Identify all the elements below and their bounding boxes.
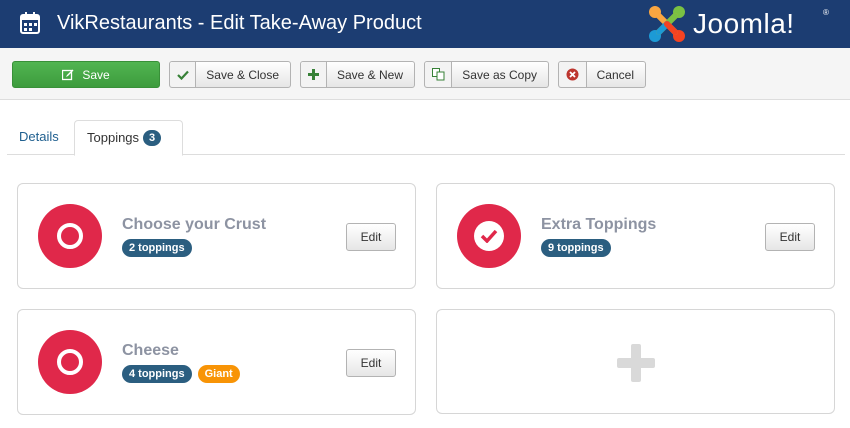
group-status-circle (457, 204, 521, 268)
tab-details[interactable]: Details (7, 120, 71, 155)
group-badges: 2 toppings (122, 239, 192, 257)
save-close-label: Save & Close (206, 67, 279, 82)
topping-group-card[interactable]: Choose your Crust 2 toppings Edit (17, 183, 416, 289)
topping-group-card[interactable]: Cheese 4 toppings Giant Edit (17, 309, 416, 415)
variation-badge: Giant (197, 365, 240, 383)
save-new-label: Save & New (336, 67, 403, 82)
checkmark-icon (170, 62, 197, 87)
save-new-button[interactable]: Save & New (300, 61, 415, 88)
tab-toppings-label: Toppings (87, 130, 140, 145)
toppings-count-badge: 3 (143, 130, 162, 146)
calendar-icon (20, 12, 40, 34)
save-label: Save (82, 67, 110, 82)
tab-toppings[interactable]: Toppings 3 (74, 120, 183, 156)
toppings-count-badge: 9 toppings (541, 239, 611, 257)
joomla-wordmark: Joomla! (693, 8, 795, 39)
add-plus-icon (617, 344, 655, 382)
edit-icon (62, 62, 74, 87)
plus-icon (301, 62, 327, 87)
edit-group-button[interactable]: Edit (765, 223, 815, 251)
group-badges: 9 toppings (541, 239, 611, 257)
cancel-label: Cancel (596, 67, 634, 82)
check-icon (474, 221, 504, 251)
ring-icon (57, 349, 83, 375)
group-status-circle (38, 204, 102, 268)
toolbar: Save Save & Close Save & New Save as Cop… (0, 48, 850, 100)
save-copy-button[interactable]: Save as Copy (424, 61, 549, 88)
group-name: Cheese (122, 342, 179, 359)
toppings-count-badge: 2 toppings (122, 239, 192, 257)
group-status-circle (38, 330, 102, 394)
joomla-logo[interactable]: Joomla! ® (647, 4, 837, 44)
app-header: VikRestaurants - Edit Take-Away Product … (0, 0, 850, 48)
cancel-icon (559, 62, 587, 87)
tab-bar: Details Toppings 3 (7, 120, 845, 156)
group-name: Choose your Crust (122, 216, 267, 233)
save-copy-label: Save as Copy (462, 67, 537, 82)
edit-group-button[interactable]: Edit (346, 223, 396, 251)
registered-mark: ® (823, 8, 829, 17)
cancel-button[interactable]: Cancel (558, 61, 646, 88)
ring-icon (57, 223, 83, 249)
group-name: Extra Toppings (541, 216, 657, 233)
save-close-button[interactable]: Save & Close (169, 61, 291, 88)
copy-icon (425, 62, 453, 87)
toppings-count-badge: 4 toppings (122, 365, 192, 383)
page-title: VikRestaurants - Edit Take-Away Product (57, 12, 422, 34)
joomla-mark-icon (649, 6, 685, 42)
edit-group-button[interactable]: Edit (346, 349, 396, 377)
save-button[interactable]: Save (12, 61, 160, 88)
group-badges: 4 toppings Giant (122, 365, 240, 383)
add-group-card[interactable] (436, 309, 835, 414)
topping-group-card[interactable]: Extra Toppings 9 toppings Edit (436, 183, 835, 289)
